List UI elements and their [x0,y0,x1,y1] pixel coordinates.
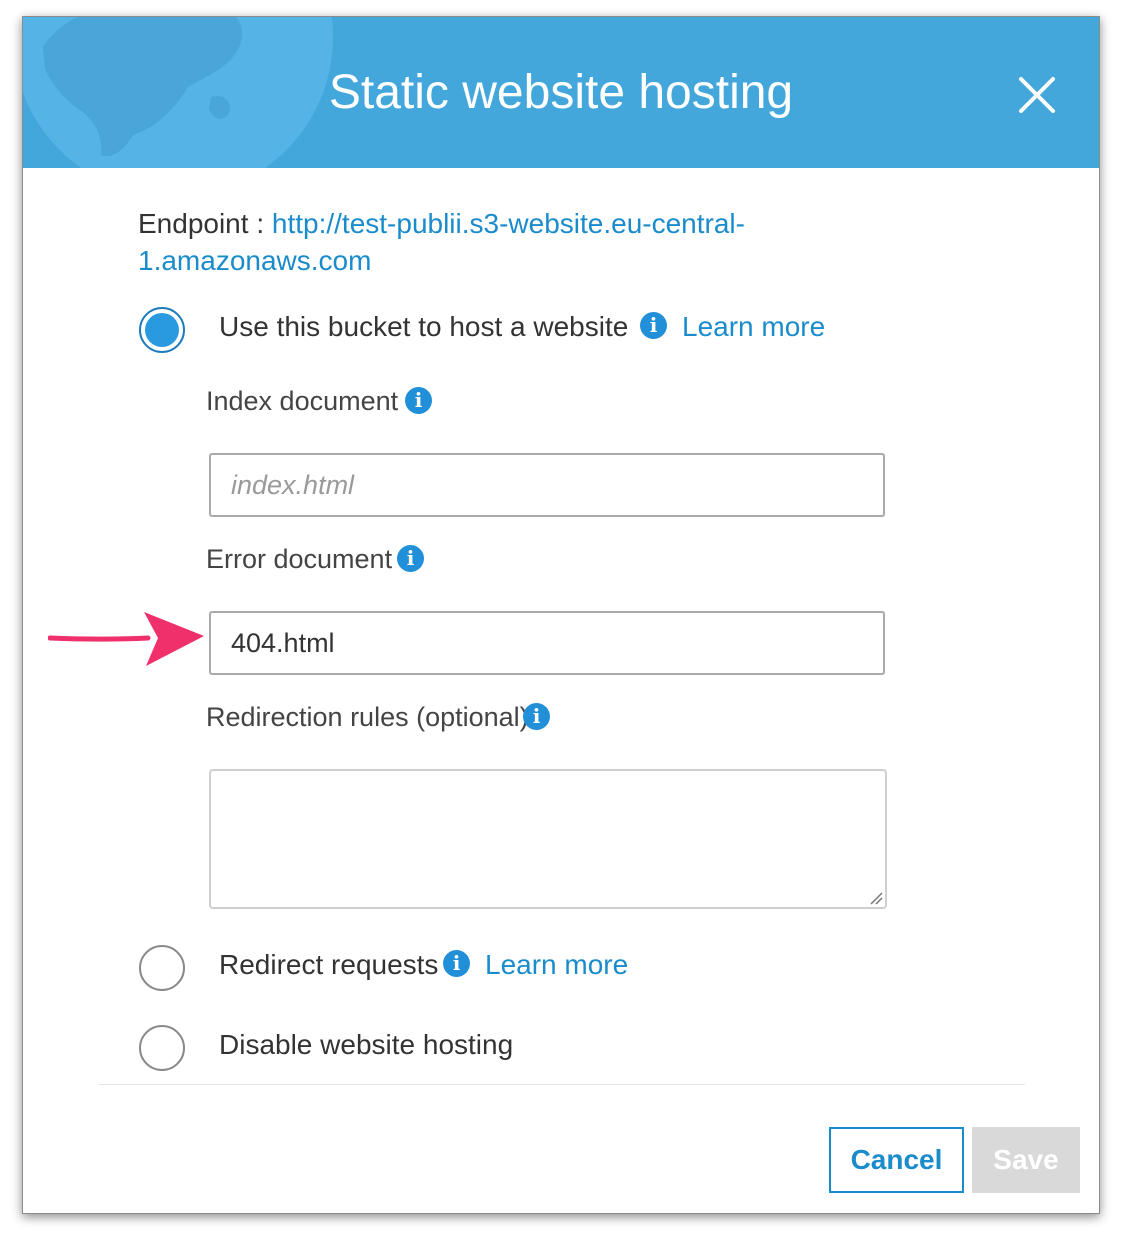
info-icon[interactable]: i [443,950,470,977]
option-redirect-requests-label: Redirect requests [219,949,439,980]
redirection-rules-textarea[interactable] [209,769,887,909]
radio-host-website[interactable] [139,307,185,353]
arrow-right-icon [48,612,204,666]
option-disable-hosting-label: Disable website hosting [219,1029,514,1060]
footer-divider [99,1084,1025,1085]
info-icon[interactable]: i [397,545,424,572]
learn-more-link[interactable]: Learn more [485,948,628,982]
endpoint-line: Endpoint : http://test-publii.s3-website… [138,205,818,279]
error-document-label: Error document [206,544,393,574]
radio-disable-hosting[interactable] [139,1025,185,1071]
radio-redirect-requests[interactable] [139,945,185,991]
option-host-website-label: Use this bucket to host a website [219,311,629,342]
index-document-label: Index document [206,386,399,416]
save-button[interactable]: Save [972,1127,1080,1193]
error-document-input[interactable]: 404.html [209,611,885,675]
info-icon[interactable]: i [405,387,432,414]
redirection-rules-label: Redirection rules (optional) [206,702,529,732]
dialog-title: Static website hosting [328,66,794,119]
endpoint-label: Endpoint : [138,208,272,239]
index-document-input[interactable]: index.html [209,453,885,517]
info-icon[interactable]: i [640,312,667,339]
cancel-button[interactable]: Cancel [829,1127,964,1193]
resize-handle-icon[interactable] [867,889,883,905]
info-icon[interactable]: i [523,703,550,730]
learn-more-link[interactable]: Learn more [682,310,825,344]
close-icon[interactable] [1011,69,1063,121]
dialog-header: Static website hosting [23,17,1099,168]
